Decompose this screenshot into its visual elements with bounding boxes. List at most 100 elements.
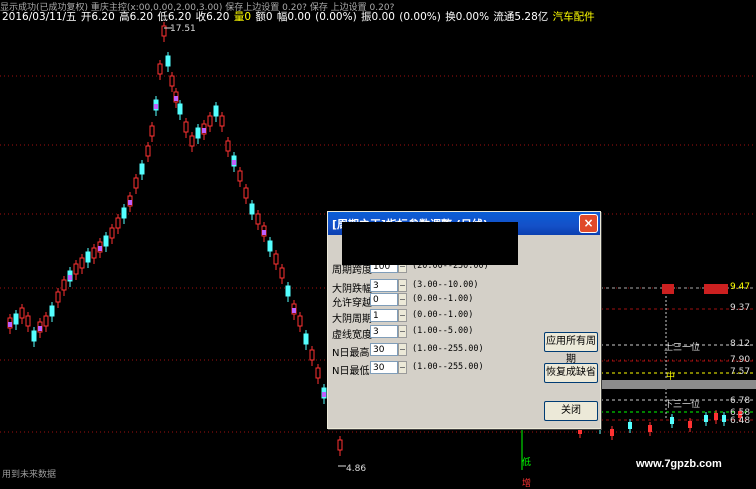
price-tag-box xyxy=(704,284,728,294)
param-input-nlow[interactable]: 30 xyxy=(370,361,398,374)
spinner-icon[interactable] xyxy=(398,361,407,374)
right-price-label-7: 6.48 xyxy=(730,416,751,426)
quote-float-cap: 流通5.28亿 xyxy=(493,11,549,23)
param-input-cross[interactable]: 0 xyxy=(370,293,398,306)
right-price-label-4: 7.57 xyxy=(730,367,751,377)
candle-body xyxy=(610,429,614,436)
quote-change: 幅0.00 xyxy=(276,11,311,23)
quote-open: 开6.20 xyxy=(80,11,115,23)
candle-body xyxy=(55,291,61,303)
close-button[interactable]: 关闭 xyxy=(544,401,598,421)
quote-amount: 额0 xyxy=(255,11,273,23)
candle-body xyxy=(43,315,49,327)
candle-highlight xyxy=(128,200,132,205)
apply-all-periods-button[interactable]: 应用所有周期 xyxy=(544,332,598,365)
param-label: N日最低: xyxy=(332,366,373,377)
param-input-drop[interactable]: 3 xyxy=(370,279,398,292)
param-input-nhigh[interactable]: 30 xyxy=(370,343,398,356)
candle-body xyxy=(169,75,175,87)
candle-highlight xyxy=(322,392,326,397)
close-icon[interactable]: × xyxy=(579,214,598,233)
param-input-cycle[interactable]: 1 xyxy=(370,309,398,322)
candle-body xyxy=(297,315,303,327)
candle-body xyxy=(648,425,652,432)
candle-body xyxy=(219,115,225,127)
candle-body xyxy=(273,253,279,265)
future-data-note: 用到未来数据 xyxy=(2,470,57,480)
param-range: (3.00--10.00) xyxy=(412,280,479,290)
spinner-icon[interactable] xyxy=(398,325,407,338)
candle-body xyxy=(303,333,309,345)
candle-body xyxy=(79,257,85,269)
candle-body xyxy=(207,115,213,127)
candle-body xyxy=(115,217,121,229)
scrollbar-strip[interactable] xyxy=(600,380,756,389)
low-price-marker: 4.86 xyxy=(346,464,367,474)
increase-tag: 增 xyxy=(522,479,532,489)
quote-info-line: 2016/03/11/五 开6.20 高6.20 低6.20 收6.20 量0 … xyxy=(2,9,596,23)
high-price-marker: 17.51 xyxy=(170,24,196,34)
quote-low: 低6.20 xyxy=(157,11,192,23)
quote-amplitude: 振0.00 xyxy=(361,11,395,23)
param-label: 允许穿越: xyxy=(332,298,376,309)
candle-body xyxy=(249,203,255,215)
candle-body xyxy=(213,105,219,117)
candle-body xyxy=(628,422,632,429)
candle-body xyxy=(109,227,115,239)
candle-body xyxy=(85,251,91,263)
right-price-label-3: 7.90 xyxy=(730,355,751,365)
right-price-tag: 9.47 xyxy=(730,282,751,292)
param-range: (1.00--5.00) xyxy=(412,326,474,336)
candle-body xyxy=(91,247,97,259)
candle-body xyxy=(279,267,285,279)
param-label: 大阴跌幅: xyxy=(332,284,376,295)
right-price-label-5: 6.78 xyxy=(730,396,751,406)
restore-default-button[interactable]: 恢复成缺省 xyxy=(544,363,598,383)
candle-body xyxy=(309,349,315,361)
candle-body xyxy=(195,127,201,139)
candle-body xyxy=(722,415,726,422)
candle-body xyxy=(337,439,343,451)
param-range: (1.00--255.00) xyxy=(412,344,484,354)
candle-highlight xyxy=(292,308,296,313)
spinner-icon[interactable] xyxy=(398,343,407,356)
candle-body xyxy=(315,367,321,379)
quote-close: 收6.20 xyxy=(195,11,230,23)
candle-highlight xyxy=(262,230,266,235)
candle-body xyxy=(704,415,708,422)
candle-highlight xyxy=(8,322,12,327)
param-label: 大阴周期: xyxy=(332,314,376,325)
candle-body xyxy=(165,55,171,67)
spinner-icon[interactable] xyxy=(398,309,407,322)
candle-body xyxy=(285,285,291,297)
candle-highlight xyxy=(98,246,102,251)
quote-volume: 量0 xyxy=(233,11,252,23)
candle-highlight xyxy=(38,326,42,331)
candle-body xyxy=(49,305,55,317)
param-input-width[interactable]: 3 xyxy=(370,325,398,338)
redacted-block xyxy=(342,222,518,265)
candle-body xyxy=(121,207,127,219)
quote-date: 2016/03/11/五 xyxy=(2,11,77,23)
candle-body xyxy=(255,213,261,225)
spinner-icon[interactable] xyxy=(398,293,407,306)
right-price-label-1: 9.37 xyxy=(730,303,751,313)
candle-highlight xyxy=(68,275,72,280)
quote-change-pct: (0.00%) xyxy=(315,11,357,23)
param-label: N日最高: xyxy=(332,348,373,359)
candle-highlight xyxy=(154,104,158,109)
low-tag: 低 xyxy=(522,458,532,468)
candle-body xyxy=(103,235,109,247)
candle-body xyxy=(189,135,195,147)
candle-body xyxy=(25,315,31,327)
candle-body xyxy=(13,313,19,325)
upper-third-label: 上三一位 xyxy=(664,343,701,353)
candle-body xyxy=(714,413,718,420)
param-label: 虚线宽度: xyxy=(332,330,376,341)
candle-body xyxy=(157,63,163,75)
right-price-label-2: 8.12 xyxy=(730,339,751,349)
param-range: (1.00--255.00) xyxy=(412,362,484,372)
candle-body xyxy=(243,187,249,199)
candle-body xyxy=(145,145,151,157)
spinner-icon[interactable] xyxy=(398,279,407,292)
